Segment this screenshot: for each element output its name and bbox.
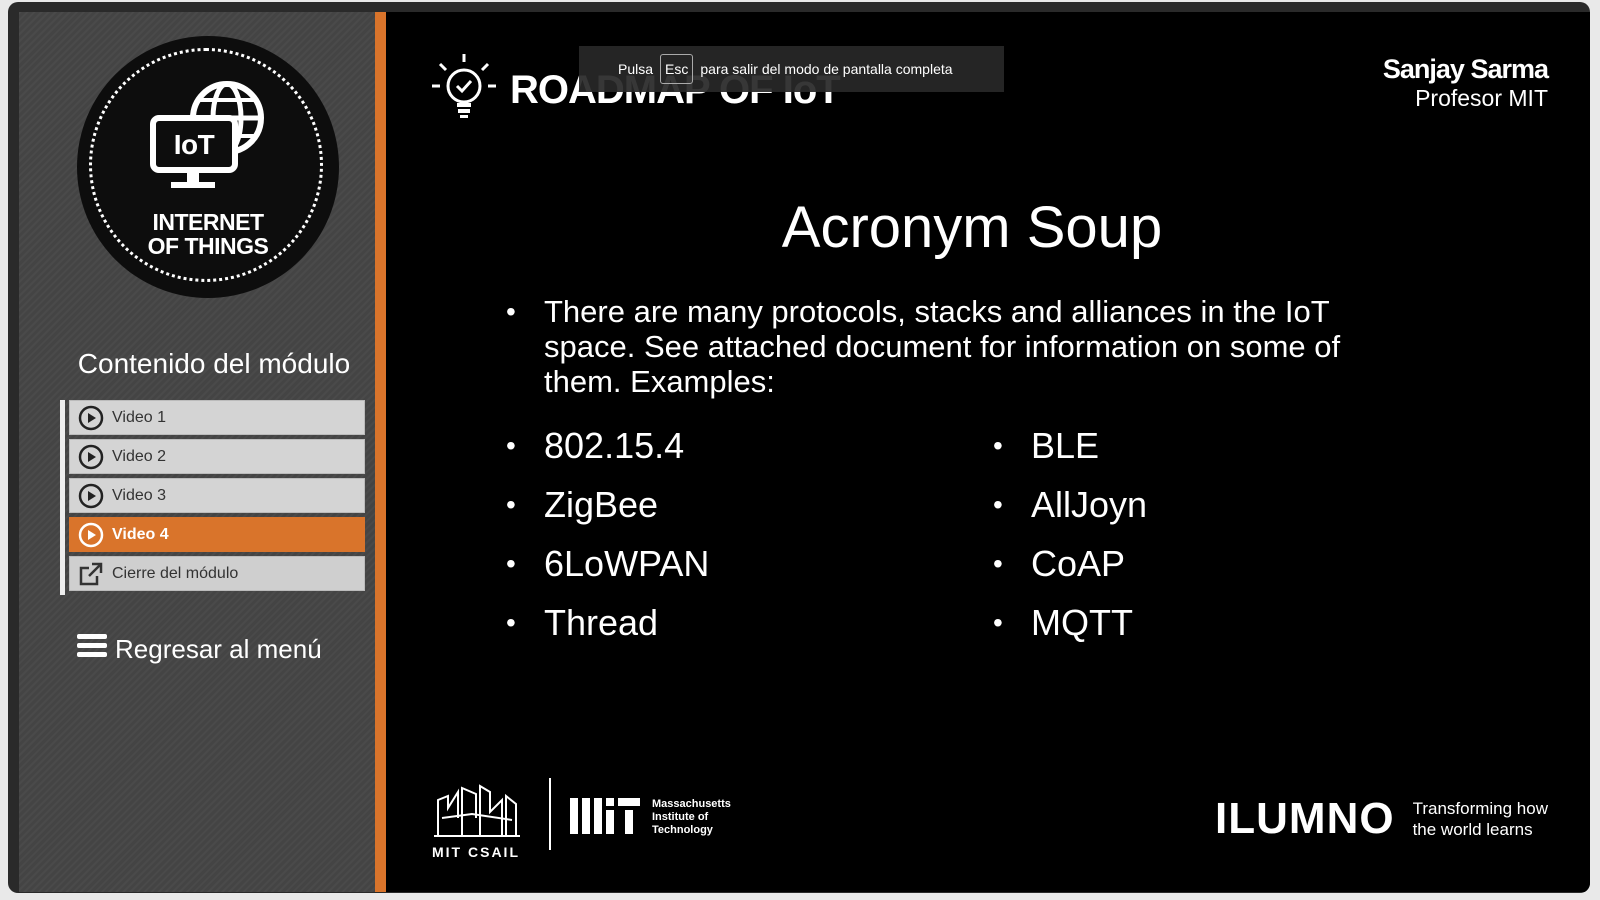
tagline-line1: Transforming how — [1412, 799, 1548, 818]
list-item: • 802.15.4 — [506, 424, 685, 466]
protocol-label: 6LoWPAN — [544, 542, 710, 584]
toast-prefix: Pulsa — [618, 61, 654, 77]
tagline-line2: the world learns — [1412, 820, 1533, 839]
hamburger-icon — [77, 632, 107, 667]
iot-logo: IoT INTERNET OF THINGS — [77, 36, 339, 298]
protocol-label: AllJoyn — [1031, 483, 1148, 525]
csail-building-icon — [434, 784, 520, 837]
play-circle-icon — [74, 401, 108, 435]
menu-item-module-close[interactable]: Cierre del módulo — [69, 556, 365, 591]
presenter-role: Profesor MIT — [1415, 85, 1548, 111]
menu-item-label: Video 1 — [112, 408, 166, 426]
protocol-list-right: • BLE • AllJoyn • CoAP • MQTT — [993, 416, 1147, 652]
presenter-name: Sanjay Sarma — [1382, 54, 1549, 84]
logo-line1: INTERNET — [152, 209, 265, 235]
mit-line2: Institute of — [652, 811, 709, 823]
external-link-icon — [74, 557, 108, 591]
slide-title: Acronym Soup — [781, 195, 1163, 260]
intro-bullet: • There are many protocols, stacks and a… — [506, 294, 1366, 399]
mit-line3: Technology — [652, 824, 713, 836]
protocol-label: MQTT — [1031, 601, 1133, 643]
bullet-dot: • — [506, 296, 516, 327]
menu-item-label: Video 3 — [112, 486, 166, 504]
video-slide: ROADMAP OF IoT Pulsa Esc para salir del … — [386, 12, 1590, 892]
module-content-title: Contenido del módulo — [77, 348, 351, 379]
accent-divider — [375, 12, 386, 892]
intro-text: There are many protocols, stacks and all… — [544, 294, 1341, 399]
play-circle-icon — [74, 440, 108, 474]
list-item: • AllJoyn — [993, 483, 1148, 525]
ilumno-wordmark: ILUMNO — [1215, 794, 1395, 843]
list-item: • ZigBee — [506, 483, 659, 525]
footer-divider — [549, 778, 551, 850]
menu-item-video-4[interactable]: Video 4 — [69, 517, 365, 552]
play-circle-icon — [74, 518, 108, 552]
csail-label: MIT CSAIL — [432, 844, 520, 860]
logo-badge: IoT — [173, 129, 215, 160]
list-item: • MQTT — [993, 601, 1133, 643]
fullscreen-exit-notice: Pulsa Esc para salir del modo de pantall… — [579, 46, 1004, 92]
protocol-label: Thread — [544, 601, 659, 643]
mit-name: Massachusetts Institute of Technology — [652, 798, 772, 837]
protocol-label: ZigBee — [544, 483, 659, 525]
play-circle-icon — [74, 479, 108, 513]
module-menu: Video 1 Video 2 Video 3 Video 4 Cierre d… — [60, 400, 365, 595]
esc-key-badge: Esc — [660, 54, 694, 84]
ilumno-logo: ILUMNO Transforming how the world learns — [1215, 794, 1548, 844]
list-item: • BLE — [993, 424, 1100, 466]
menu-item-label: Video 2 — [112, 447, 166, 465]
protocol-label: 802.15.4 — [544, 424, 685, 466]
list-item: • CoAP — [993, 542, 1126, 584]
back-to-menu-label: Regresar al menú — [115, 634, 322, 664]
presenter-info: Sanjay Sarma Profesor MIT — [1382, 54, 1549, 112]
app-window: IoT INTERNET OF THINGS Contenido del mód… — [8, 2, 1590, 893]
menu-item-label: Video 4 — [112, 525, 169, 543]
mit-logo-icon — [570, 798, 640, 834]
menu-item-video-3[interactable]: Video 3 — [69, 478, 365, 513]
list-item: • Thread — [506, 601, 659, 643]
list-item: • 6LoWPAN — [506, 542, 710, 584]
menu-item-video-2[interactable]: Video 2 — [69, 439, 365, 474]
toast-suffix: para salir del modo de pantalla completa — [700, 61, 953, 77]
protocol-list-left: • 802.15.4 • ZigBee • 6LoWPAN • Thread — [506, 416, 709, 652]
protocol-label: BLE — [1031, 424, 1100, 466]
ilumno-tagline: Transforming how the world learns — [1413, 798, 1548, 840]
protocol-label: CoAP — [1031, 542, 1126, 584]
menu-item-label: Cierre del módulo — [112, 564, 239, 582]
mit-line1: Massachusetts — [652, 798, 731, 810]
menu-item-video-1[interactable]: Video 1 — [69, 400, 365, 435]
back-to-menu-button[interactable]: Regresar al menú — [77, 632, 322, 667]
lightbulb-check-icon — [432, 54, 496, 118]
logo-line2: OF THINGS — [147, 233, 269, 259]
sidebar: IoT INTERNET OF THINGS Contenido del mód… — [19, 12, 375, 892]
